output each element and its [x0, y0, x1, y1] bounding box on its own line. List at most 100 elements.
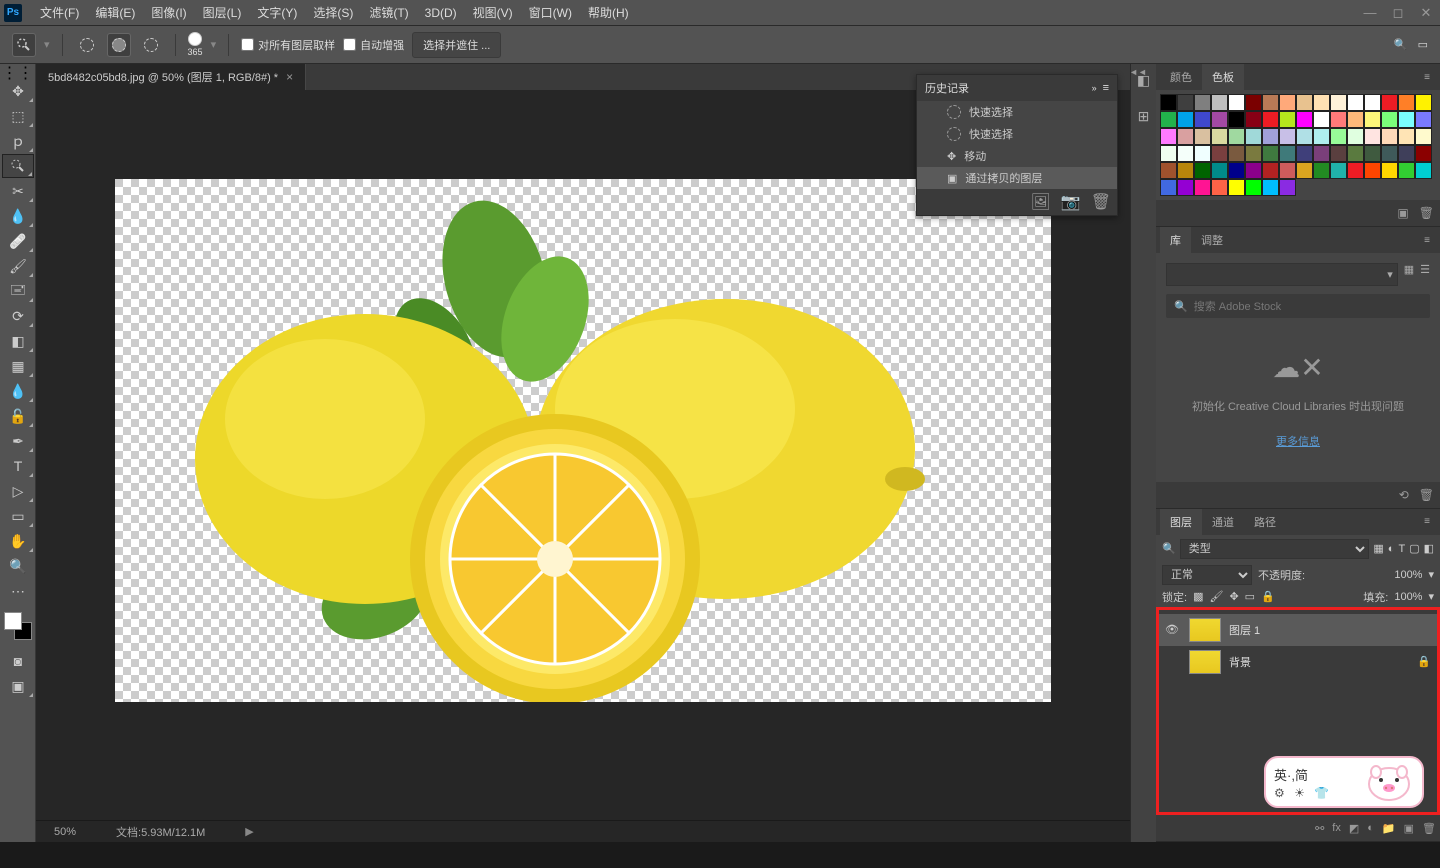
menu-type[interactable]: 文字(Y): [249, 4, 305, 21]
menu-view[interactable]: 视图(V): [465, 4, 521, 21]
history-item[interactable]: ▣通过拷贝的图层: [917, 167, 1117, 189]
lasso-tool[interactable]: ｐ: [2, 129, 34, 153]
swatch[interactable]: [1211, 145, 1228, 162]
menu-help[interactable]: 帮助(H): [580, 4, 637, 21]
tab-swatches[interactable]: 色板: [1202, 64, 1244, 90]
eyedropper-tool[interactable]: 💧: [2, 204, 34, 228]
tab-paths[interactable]: 路径: [1244, 509, 1286, 535]
menu-3d[interactable]: 3D(D): [417, 6, 465, 20]
tab-channels[interactable]: 通道: [1202, 509, 1244, 535]
swatch[interactable]: [1177, 111, 1194, 128]
swatch[interactable]: [1381, 111, 1398, 128]
swatch[interactable]: [1313, 145, 1330, 162]
menu-image[interactable]: 图像(I): [143, 4, 194, 21]
search-icon[interactable]: 🔍: [1394, 38, 1408, 51]
new-layer-icon[interactable]: ▣: [1404, 822, 1414, 835]
eraser-tool[interactable]: ◧: [2, 329, 34, 353]
toolbar-handle-icon[interactable]: ⋮⋮: [0, 68, 35, 78]
quick-mask-icon[interactable]: ◙: [2, 649, 34, 673]
maximize-icon[interactable]: ◻: [1384, 3, 1412, 23]
gradient-tool[interactable]: ▦: [2, 354, 34, 378]
swatch[interactable]: [1160, 179, 1177, 196]
swatch[interactable]: [1177, 145, 1194, 162]
zoom-tool[interactable]: 🔍: [2, 554, 34, 578]
layer-name[interactable]: 背景: [1229, 654, 1251, 670]
menu-window[interactable]: 窗口(W): [521, 4, 580, 21]
add-selection-icon[interactable]: [107, 33, 131, 57]
swatch[interactable]: [1160, 128, 1177, 145]
swatch[interactable]: [1347, 111, 1364, 128]
swatch[interactable]: [1313, 128, 1330, 145]
lock-artboard-icon[interactable]: ▭: [1245, 590, 1255, 603]
group-icon[interactable]: 📁: [1382, 822, 1396, 835]
panel-menu-icon[interactable]: ≡: [1418, 235, 1436, 246]
path-selection-tool[interactable]: ▷: [2, 479, 34, 503]
swatch[interactable]: [1279, 179, 1296, 196]
swatch[interactable]: [1415, 162, 1432, 179]
snapshot-icon[interactable]: 📷: [1061, 192, 1081, 212]
crop-tool[interactable]: ✂: [2, 179, 34, 203]
layer-mask-icon[interactable]: ◩: [1349, 822, 1359, 835]
swatch[interactable]: [1194, 145, 1211, 162]
swatch[interactable]: [1194, 111, 1211, 128]
swatch[interactable]: [1279, 145, 1296, 162]
layer-thumbnail[interactable]: [1189, 618, 1221, 642]
layer-name[interactable]: 图层 1: [1229, 622, 1260, 638]
delete-state-icon[interactable]: 🗑: [1091, 192, 1111, 212]
new-selection-icon[interactable]: [75, 33, 99, 57]
document-tab[interactable]: 5bd8482c05bd8.jpg @ 50% (图层 1, RGB/8#) *…: [36, 64, 306, 90]
ime-indicator[interactable]: 英·,简 ⚙ ☀ 👕: [1264, 756, 1424, 808]
swatch[interactable]: [1398, 128, 1415, 145]
swatch[interactable]: [1347, 94, 1364, 111]
foreground-background-colors[interactable]: [4, 612, 32, 640]
swatch[interactable]: [1381, 145, 1398, 162]
library-dropdown[interactable]: ▾: [1166, 263, 1398, 286]
swatch[interactable]: [1228, 145, 1245, 162]
fill-value[interactable]: 100%: [1394, 591, 1422, 603]
list-view-icon[interactable]: ☰: [1420, 263, 1430, 286]
swatch[interactable]: [1262, 111, 1279, 128]
subtract-selection-icon[interactable]: [139, 33, 163, 57]
lock-image-icon[interactable]: 🖌: [1209, 590, 1223, 603]
swatch[interactable]: [1364, 128, 1381, 145]
marquee-tool[interactable]: ⬚: [2, 104, 34, 128]
minimize-icon[interactable]: —: [1356, 3, 1384, 23]
tab-adjustments[interactable]: 调整: [1191, 227, 1233, 253]
swatch[interactable]: [1262, 179, 1279, 196]
opacity-value[interactable]: 100%: [1394, 569, 1422, 581]
swatch[interactable]: [1262, 145, 1279, 162]
swatch[interactable]: [1160, 111, 1177, 128]
delete-layer-icon[interactable]: 🗑: [1422, 822, 1436, 835]
new-document-icon[interactable]: 🖼: [1030, 192, 1050, 212]
swatch[interactable]: [1381, 94, 1398, 111]
panel-menu-icon[interactable]: ≡: [1418, 516, 1436, 527]
swatch[interactable]: [1245, 128, 1262, 145]
stock-search-input[interactable]: 🔍 搜索 Adobe Stock: [1166, 294, 1430, 318]
history-item[interactable]: 快速选择: [917, 123, 1117, 145]
swatch[interactable]: [1245, 111, 1262, 128]
swatch[interactable]: [1177, 128, 1194, 145]
lock-transparency-icon[interactable]: ▩: [1193, 590, 1203, 603]
swatch[interactable]: [1245, 94, 1262, 111]
status-arrow-icon[interactable]: ▶: [245, 825, 253, 838]
layer-filter-type[interactable]: 类型: [1180, 539, 1370, 559]
swatch[interactable]: [1347, 145, 1364, 162]
swatch[interactable]: [1262, 128, 1279, 145]
hand-tool[interactable]: ✋: [2, 529, 34, 553]
history-brush-tool[interactable]: ⟳: [2, 304, 34, 328]
move-tool[interactable]: ✥: [2, 79, 34, 103]
adjustment-layer-icon[interactable]: ◐: [1367, 822, 1374, 834]
swatch[interactable]: [1296, 145, 1313, 162]
swatch[interactable]: [1415, 111, 1432, 128]
tab-color[interactable]: 颜色: [1160, 64, 1202, 90]
menu-file[interactable]: 文件(F): [32, 4, 87, 21]
swatch[interactable]: [1228, 179, 1245, 196]
select-and-mask-button[interactable]: 选择并遮住 ...: [412, 32, 501, 58]
swatch[interactable]: [1245, 162, 1262, 179]
swatch[interactable]: [1296, 162, 1313, 179]
delete-icon[interactable]: 🗑: [1419, 488, 1434, 502]
swatch[interactable]: [1415, 145, 1432, 162]
link-layers-icon[interactable]: ⚯: [1315, 822, 1324, 835]
history-item[interactable]: ✥移动: [917, 145, 1117, 167]
swatch[interactable]: [1364, 145, 1381, 162]
